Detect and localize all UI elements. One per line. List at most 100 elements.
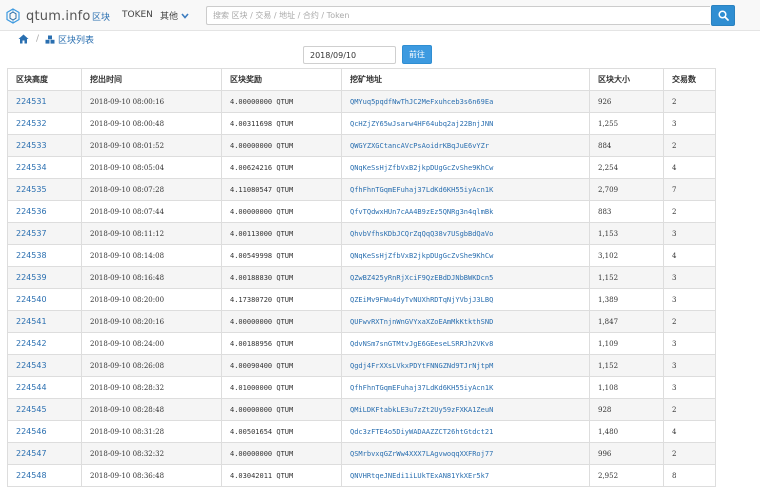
cell-miner-address[interactable]: QNqKeSsHjZfbVxB2jkpDUgGcZvShe9KhCw <box>341 156 590 179</box>
search-icon <box>717 10 729 21</box>
brand-name: qtum.info <box>26 8 91 24</box>
cell-tx-count: 3 <box>663 332 716 355</box>
cell-tx-count: 7 <box>663 178 716 201</box>
breadcrumb-current[interactable]: 区块列表 <box>45 33 94 46</box>
cell-mined-time: 2018-09-10 08:16:48 <box>81 266 222 289</box>
table-row: 224544 2018-09-10 08:28:32 4.01000000 QTUM… <box>7 376 716 399</box>
cell-block-size: 928 <box>589 398 664 421</box>
top-navbar: qtum.info 区块 TOKEN 其他 <box>0 0 760 31</box>
cell-miner-address[interactable]: QfhFhnTGqmEFuhaj37LdKd6KH55iyAcn1K <box>341 178 590 201</box>
cell-miner-address[interactable]: QdvNSm7snGTMtvJgE6GEeseLSRRJh2VKv8 <box>341 332 590 355</box>
cell-block-height[interactable]: 224542 <box>7 332 82 355</box>
cell-miner-address[interactable]: Qdc3zFTE4o5DiyWADAAZZCT26htGtdct21 <box>341 420 590 443</box>
cell-miner-address[interactable]: QNVHRtqeJNEdi1iLUkTExAN81YkXEr5k7 <box>341 464 590 487</box>
brand[interactable]: qtum.info <box>5 6 91 26</box>
cell-block-size: 1,153 <box>589 222 664 245</box>
table-row: 224543 2018-09-10 08:26:08 4.00090400 QTUM… <box>7 354 716 377</box>
cell-mined-time: 2018-09-10 08:01:52 <box>81 134 222 157</box>
cell-block-height[interactable]: 224532 <box>7 112 82 135</box>
cell-block-height[interactable]: 224546 <box>7 420 82 443</box>
cell-block-size: 1,109 <box>589 332 664 355</box>
cell-mined-time: 2018-09-10 08:31:28 <box>81 420 222 443</box>
cell-miner-address[interactable]: QfvTQdwxHUn7cAA4B9zEz5QNRg3n4qlmBk <box>341 200 590 223</box>
table-row: 224533 2018-09-10 08:01:52 4.00000000 QTUM… <box>7 134 716 157</box>
nav-blocks-link[interactable]: 区块 <box>92 10 110 23</box>
cell-mined-time: 2018-09-10 08:28:48 <box>81 398 222 421</box>
cell-block-size: 2,254 <box>589 156 664 179</box>
cell-block-height[interactable]: 224544 <box>7 376 82 399</box>
cell-miner-address[interactable]: Qgdj4FrXXsLVkxPDYtFNNGZNd9TJrNjtpM <box>341 354 590 377</box>
nav-token-link[interactable]: TOKEN <box>122 10 153 20</box>
cell-mined-time: 2018-09-10 08:14:08 <box>81 244 222 267</box>
cell-block-height[interactable]: 224541 <box>7 310 82 333</box>
cell-block-size: 1,152 <box>589 354 664 377</box>
table-row: 224534 2018-09-10 08:05:04 4.00624216 QTUM… <box>7 156 716 179</box>
cell-tx-count: 2 <box>663 310 716 333</box>
cell-block-reward: 4.17380720 QTUM <box>221 288 342 311</box>
cell-block-reward: 4.00624216 QTUM <box>221 156 342 179</box>
table-row: 224535 2018-09-10 08:07:28 4.11080547 QTUM… <box>7 178 716 201</box>
cell-miner-address[interactable]: QUFwvRXTnjnWnGVYxaXZoEAmMkKtkthSND <box>341 310 590 333</box>
nav-more-label: 其他 <box>160 12 179 22</box>
cell-block-size: 883 <box>589 200 664 223</box>
breadcrumb: / 区块列表 <box>18 33 94 46</box>
header-block-reward: 区块奖励 <box>221 68 342 91</box>
table-row: 224539 2018-09-10 08:16:48 4.00188830 QTUM… <box>7 266 716 289</box>
cell-tx-count: 2 <box>663 134 716 157</box>
search-input[interactable] <box>206 6 710 25</box>
cell-block-size: 1,389 <box>589 288 664 311</box>
date-input[interactable] <box>303 46 396 64</box>
cell-block-height[interactable]: 224531 <box>7 90 82 113</box>
table-row: 224540 2018-09-10 08:20:00 4.17380720 QTUM… <box>7 288 716 311</box>
cell-miner-address[interactable]: QZEiMv9FWu4dyTvNUXhRDTqNjYVbjJ3LBQ <box>341 288 590 311</box>
go-button[interactable]: 前往 <box>402 45 432 64</box>
cell-tx-count: 3 <box>663 112 716 135</box>
cell-miner-address[interactable]: QcHZjZY65wJsarw4HF64ubq2aj22BnjJNN <box>341 112 590 135</box>
cell-miner-address[interactable]: QSMrbvxqGZrWw4XXX7LAgvwoqqXXFRoj77 <box>341 442 590 465</box>
table-row: 224547 2018-09-10 08:32:32 4.00000000 QTUM… <box>7 442 716 465</box>
cell-mined-time: 2018-09-10 08:24:00 <box>81 332 222 355</box>
home-icon[interactable] <box>18 34 29 44</box>
cell-block-height[interactable]: 224534 <box>7 156 82 179</box>
breadcrumb-separator: / <box>36 34 40 44</box>
cell-block-size: 884 <box>589 134 664 157</box>
cell-miner-address[interactable]: QNqKeSsHjZfbVxB2jkpDUgGcZvShe9KhCw <box>341 244 590 267</box>
cell-tx-count: 2 <box>663 200 716 223</box>
cell-tx-count: 4 <box>663 244 716 267</box>
cell-block-height[interactable]: 224538 <box>7 244 82 267</box>
cell-tx-count: 3 <box>663 288 716 311</box>
cell-block-height[interactable]: 224540 <box>7 288 82 311</box>
cell-block-height[interactable]: 224535 <box>7 178 82 201</box>
cell-miner-address[interactable]: QfhFhnTGqmEFuhaj37LdKd6KH55iyAcn1K <box>341 376 590 399</box>
cell-miner-address[interactable]: QWGYZXGCtancAVcPsAoidrKBqJuE6vYZr <box>341 134 590 157</box>
cell-block-height[interactable]: 224547 <box>7 442 82 465</box>
cell-tx-count: 3 <box>663 354 716 377</box>
cell-miner-address[interactable]: QhvbVfhsKDbJCQrZqQqQ38v7USgbBdQaVo <box>341 222 590 245</box>
cell-miner-address[interactable]: QZwBZ425yRnRjXciF9QzEBdDJNbBWKDcn5 <box>341 266 590 289</box>
table-row: 224531 2018-09-10 08:00:16 4.00000000 QTUM… <box>7 90 716 113</box>
cell-mined-time: 2018-09-10 08:07:28 <box>81 178 222 201</box>
nav-more-dropdown[interactable]: 其他 <box>160 9 189 22</box>
search-button[interactable] <box>711 5 735 26</box>
table-row: 224545 2018-09-10 08:28:48 4.00000000 QTUM… <box>7 398 716 421</box>
cell-block-height[interactable]: 224533 <box>7 134 82 157</box>
cell-block-height[interactable]: 224543 <box>7 354 82 377</box>
cell-miner-address[interactable]: QMYuq5pqdfNwThJC2MeFxuhceb3s6n69Ea <box>341 90 590 113</box>
cell-tx-count: 2 <box>663 90 716 113</box>
cell-block-size: 996 <box>589 442 664 465</box>
cell-block-height[interactable]: 224545 <box>7 398 82 421</box>
cell-mined-time: 2018-09-10 08:05:04 <box>81 156 222 179</box>
cell-block-height[interactable]: 224539 <box>7 266 82 289</box>
cell-block-reward: 4.00501654 QTUM <box>221 420 342 443</box>
table-row: 224532 2018-09-10 08:00:48 4.00311698 QTUM… <box>7 112 716 135</box>
cell-block-reward: 4.00188830 QTUM <box>221 266 342 289</box>
cell-block-height[interactable]: 224537 <box>7 222 82 245</box>
cell-miner-address[interactable]: QMiLDKFtabkLE3u7zZt2Uy59zFXKA1ZeuN <box>341 398 590 421</box>
cell-tx-count: 2 <box>663 398 716 421</box>
cell-block-height[interactable]: 224536 <box>7 200 82 223</box>
cell-mined-time: 2018-09-10 08:00:48 <box>81 112 222 135</box>
cell-block-size: 2,952 <box>589 464 664 487</box>
cell-block-size: 1,108 <box>589 376 664 399</box>
cell-block-height[interactable]: 224548 <box>7 464 82 487</box>
cell-mined-time: 2018-09-10 08:07:44 <box>81 200 222 223</box>
